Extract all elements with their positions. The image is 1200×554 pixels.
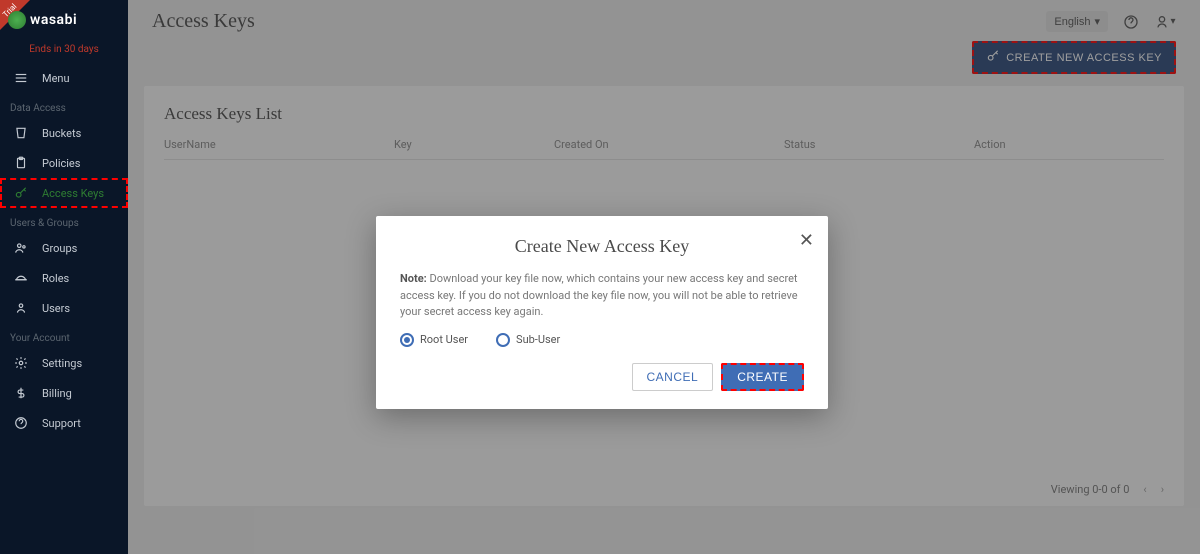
logo-text: wasabi [30,12,77,28]
sidebar-item-settings[interactable]: Settings [0,348,128,378]
radio-sub-user[interactable]: Sub-User [496,333,560,347]
create-access-key-modal: ✕ Create New Access Key Note: Download y… [376,216,828,409]
sidebar-item-label: Access Keys [42,187,104,200]
sidebar-item-policies[interactable]: Policies [0,148,128,178]
clipboard-icon [14,156,28,170]
groups-icon [14,241,28,255]
section-your-account: Your Account [0,323,128,348]
radio-label: Sub-User [516,333,560,346]
logo[interactable]: wasabi [8,11,77,29]
sidebar-item-buckets[interactable]: Buckets [0,118,128,148]
users-icon [14,301,28,315]
trial-ends-text: Ends in 30 days [0,40,128,63]
help-icon [14,416,28,430]
key-icon [14,186,28,200]
sidebar-item-access-keys[interactable]: Access Keys [0,178,128,208]
dollar-icon [14,386,28,400]
menu-label: Menu [42,72,70,85]
sidebar: Trial wasabi Ends in 30 days Menu Data A… [0,0,128,554]
sidebar-item-label: Users [42,302,70,315]
logo-icon [8,11,26,29]
sidebar-item-label: Buckets [42,127,81,140]
menu-toggle[interactable]: Menu [0,63,128,93]
user-type-radio-group: Root User Sub-User [400,333,804,347]
sidebar-item-label: Settings [42,357,82,370]
section-data-access: Data Access [0,93,128,118]
radio-root-user[interactable]: Root User [400,333,468,347]
sidebar-item-users[interactable]: Users [0,293,128,323]
sidebar-item-roles[interactable]: Roles [0,263,128,293]
sidebar-item-support[interactable]: Support [0,408,128,438]
gear-icon [14,356,28,370]
radio-icon [400,333,414,347]
sidebar-item-label: Billing [42,387,72,400]
hamburger-icon [14,71,28,85]
sidebar-item-groups[interactable]: Groups [0,233,128,263]
bucket-icon [14,126,28,140]
hat-icon [14,271,28,285]
note-text: Download your key file now, which contai… [400,272,798,318]
sidebar-item-label: Roles [42,272,69,285]
modal-title: Create New Access Key [400,236,804,257]
section-users-groups: Users & Groups [0,208,128,233]
sidebar-item-billing[interactable]: Billing [0,378,128,408]
radio-icon [496,333,510,347]
cancel-button[interactable]: CANCEL [632,363,714,391]
logo-area: wasabi [0,0,128,40]
modal-actions: CANCEL CREATE [400,363,804,391]
close-icon[interactable]: ✕ [799,230,814,251]
sidebar-item-label: Policies [42,157,80,170]
create-button[interactable]: CREATE [721,363,804,391]
sidebar-item-label: Groups [42,242,77,255]
sidebar-item-label: Support [42,417,81,430]
note-label: Note: [400,272,427,285]
modal-note: Note: Download your key file now, which … [400,271,804,321]
radio-label: Root User [420,333,468,346]
